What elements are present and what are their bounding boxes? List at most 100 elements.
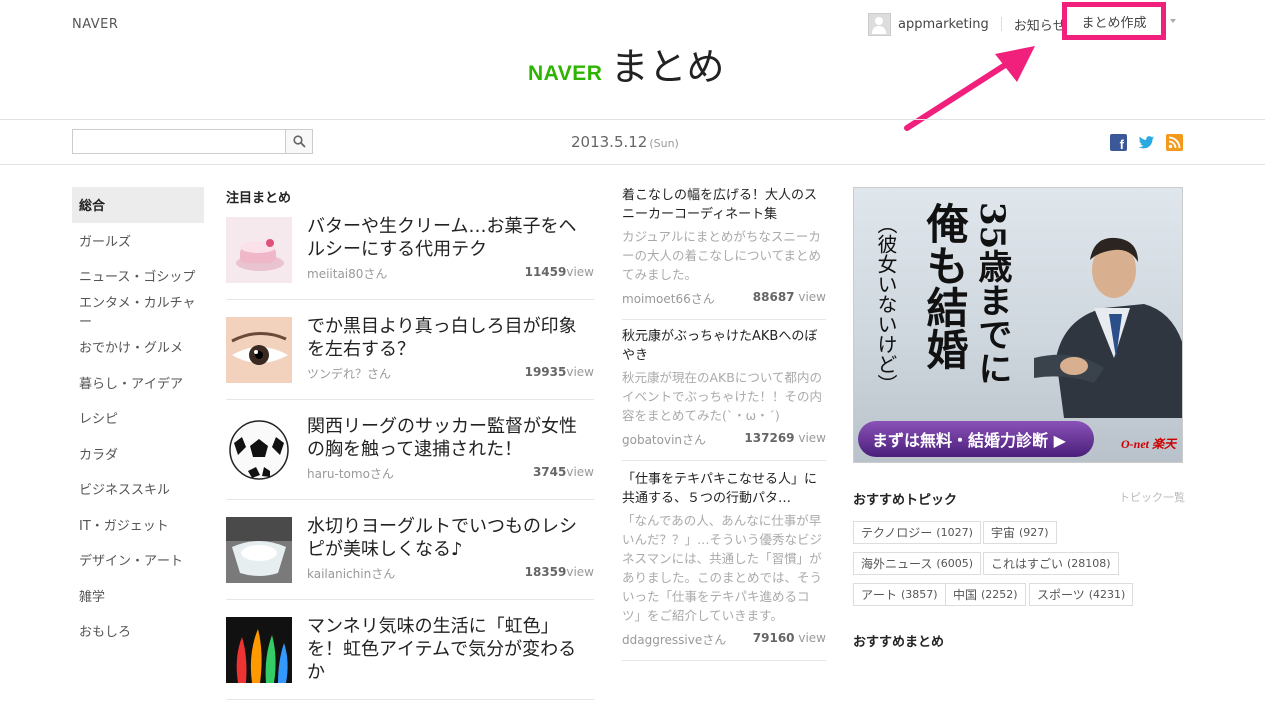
yogurt-image[interactable] <box>226 517 292 583</box>
nav-item[interactable]: 雑学 <box>72 578 204 614</box>
topic-tag-name: 中国 <box>953 588 978 602</box>
current-date: 2013.5.12 (Sun) <box>571 133 679 151</box>
featured-item-title[interactable]: マンネリ気味の生活に「虹色」を！虹色アイテムで気分が変わるか <box>307 615 594 684</box>
topic-tag-name: これはすごい <box>991 557 1064 571</box>
article-item: 着こなしの幅を広げる！大人のスニーカーコーディネート集カジュアルにまとめがちなス… <box>622 186 826 320</box>
article-title[interactable]: 「仕事をテキパキこなせる人」に共通する、５つの行動パタ… <box>622 470 826 508</box>
user-menu: appmarketing お知らせ <box>868 12 1065 36</box>
nav-item[interactable]: IT・ガジェット <box>72 507 204 543</box>
article-views: 79160 view <box>753 631 826 648</box>
article-description: カジュアルにまとめがちなスニーカーの大人の着こなしについてまとめてみました。 <box>622 229 822 282</box>
topic-tag[interactable]: これはすごい (28108) <box>983 552 1119 575</box>
create-matome-button[interactable]: まとめ作成 <box>1062 2 1166 40</box>
topic-tag[interactable]: 宇宙 (927) <box>983 521 1057 544</box>
view-unit: view <box>798 631 826 645</box>
view-count: 3745 <box>532 465 567 479</box>
ad-cta-button[interactable]: まずは無料・結婚力診断 ▶ <box>858 421 1094 457</box>
nav-item[interactable]: デザイン・アート <box>72 542 204 578</box>
featured-item-author[interactable]: kailanichinさん <box>307 565 395 582</box>
featured-item-title[interactable]: 関西リーグのサッカー監督が女性の胸を触って逮捕された！ <box>307 415 594 461</box>
chevron-down-icon[interactable] <box>1170 19 1176 23</box>
twitter-icon[interactable] <box>1138 134 1155 151</box>
featured-item-title[interactable]: でか黒目より真っ白しろ目が印象を左右する？ <box>307 315 594 361</box>
topic-tag-name: アート <box>861 588 898 602</box>
article-title[interactable]: 着こなしの幅を広げる！大人のスニーカーコーディネート集 <box>622 186 826 224</box>
topic-tag-count: (927) <box>1019 526 1049 539</box>
article-author[interactable]: ddaggressiveさん <box>622 631 726 648</box>
featured-item[interactable]: でか黒目より真っ白しろ目が印象を左右する？ ツンデれ？さん 19935view <box>226 315 594 407</box>
ad-headline-1: 35歳までに <box>972 202 1012 386</box>
advertisement-banner[interactable]: 35歳までに 俺も結婚 （彼女いないけど） まずは無料・結婚力診断 ▶ O-ne… <box>853 187 1183 463</box>
divider <box>226 599 594 600</box>
notifications-link[interactable]: お知らせ <box>1014 15 1066 34</box>
featured-item-views: 19935view <box>525 365 594 379</box>
topic-tag-count: (2252) <box>981 588 1018 601</box>
topic-tag[interactable]: 中国 (2252) <box>945 583 1026 606</box>
featured-item-title[interactable]: 水切りヨーグルトでいつものレシピが美味しくなる♪ <box>307 515 594 561</box>
naver-home-link[interactable]: NAVER <box>72 17 118 32</box>
view-count: 18359 <box>524 565 567 579</box>
day-of-week: (Sun) <box>649 137 679 150</box>
featured-item[interactable]: 関西リーグのサッカー監督が女性の胸を触って逮捕された！ haru-tomoさん 37… <box>226 415 594 507</box>
topic-tag[interactable]: テクノロジー (1027) <box>853 521 981 544</box>
nav-item[interactable]: おでかけ・グルメ <box>72 329 204 365</box>
nav-item[interactable]: ガールズ <box>72 223 204 259</box>
avatar[interactable] <box>868 12 891 36</box>
eye-image[interactable] <box>226 317 292 383</box>
topic-tag-name: テクノロジー <box>861 526 933 540</box>
username-link[interactable]: appmarketing <box>898 17 989 32</box>
featured-item[interactable]: マンネリ気味の生活に「虹色」を！虹色アイテムで気分が変わるか <box>226 615 594 707</box>
article-title[interactable]: 秋元康がぶっちゃけたAKBへのぼやき <box>622 327 826 365</box>
ad-headline-2: 俺も結婚 <box>920 202 969 370</box>
nav-item[interactable]: エンタメ・カルチャー <box>72 294 204 330</box>
article-author[interactable]: gobatovinさん <box>622 431 706 448</box>
nav-item[interactable]: ニュース・ゴシップ <box>72 258 204 294</box>
rainbow-flame-image[interactable] <box>226 617 292 683</box>
nav-item[interactable]: レシピ <box>72 400 204 436</box>
recommend-heading: おすすめまとめ <box>853 635 945 650</box>
cake-image[interactable] <box>226 217 292 283</box>
view-count: 88687 <box>752 290 795 304</box>
featured-item[interactable]: バターや生クリーム…お菓子をヘルシーにする代用テク meiitai80さん 1145… <box>226 215 594 307</box>
featured-item-author[interactable]: meiitai80さん <box>307 265 387 282</box>
topic-tag-count: (4231) <box>1088 588 1126 601</box>
topic-tag-count: (6005) <box>936 557 973 570</box>
nav-item[interactable]: カラダ <box>72 436 204 472</box>
article-views: 137269 view <box>744 431 826 448</box>
search-input[interactable] <box>72 129 286 154</box>
site-logo[interactable]: NAVER まとめ <box>528 36 724 91</box>
view-unit: view <box>798 431 826 445</box>
annotation-arrow <box>904 46 1035 131</box>
featured-item-author[interactable]: haru-tomoさん <box>307 465 394 482</box>
view-unit: view <box>566 565 594 579</box>
view-count: 11459 <box>524 265 567 279</box>
featured-item[interactable]: 水切りヨーグルトでいつものレシピが美味しくなる♪ kailanichinさん 183… <box>226 515 594 607</box>
featured-item-title[interactable]: バターや生クリーム…お菓子をヘルシーにする代用テク <box>307 215 594 261</box>
soccer-ball-image[interactable] <box>226 417 292 483</box>
topic-tag[interactable]: 海外ニュース (6005) <box>853 552 981 575</box>
topic-tag-count: (3857) <box>901 588 938 601</box>
topics-more-link[interactable]: トピック一覧 <box>1119 489 1185 505</box>
ad-businessman-image <box>1034 237 1182 418</box>
featured-item-author[interactable]: ツンデれ？さん <box>307 365 391 382</box>
view-unit: view <box>566 365 594 379</box>
nav-item[interactable]: ビジネススキル <box>72 471 204 507</box>
rss-icon[interactable] <box>1166 134 1183 151</box>
topic-tag-count: (1027) <box>936 526 973 539</box>
topic-tag[interactable]: スポーツ (4231) <box>1029 583 1134 606</box>
topic-tag-name: スポーツ <box>1037 588 1085 602</box>
divider <box>226 499 594 500</box>
article-author[interactable]: moimoet66さん <box>622 290 715 307</box>
article-footer: ddaggressiveさん 79160 view <box>622 631 826 648</box>
nav-item[interactable]: 総合 <box>72 187 204 223</box>
search-icon <box>292 135 306 148</box>
divider <box>622 319 826 320</box>
nav-item[interactable]: 暮らし・アイデア <box>72 365 204 401</box>
view-unit: view <box>566 265 594 279</box>
article-description: 秋元康が現在のAKBについて都内のイベントでぶっちゃけた！！その内容をまとめてみ… <box>622 370 823 423</box>
divider <box>622 460 826 461</box>
search-button[interactable] <box>285 129 313 154</box>
nav-item[interactable]: おもしろ <box>72 613 204 649</box>
facebook-icon[interactable]: f <box>1110 134 1127 152</box>
topic-tag[interactable]: アート (3857) <box>853 583 946 606</box>
